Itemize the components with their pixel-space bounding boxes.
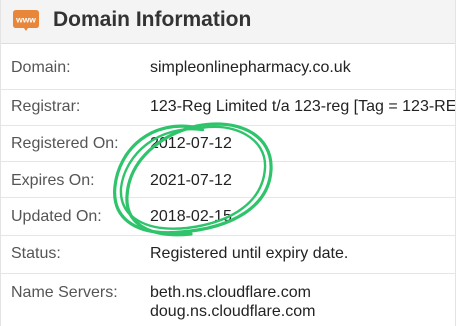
status-label: Status: [11, 245, 61, 262]
row-updated-on: Updated On: 2018-02-15 [1, 198, 455, 236]
name-servers-label: Name Servers: [11, 284, 118, 301]
panel-header: www Domain Information [1, 0, 455, 44]
expires-on-label: Expires On: [11, 172, 95, 189]
domain-info-panel: www Domain Information Domain: simpleonl… [0, 0, 456, 326]
registered-on-label: Registered On: [11, 135, 119, 152]
www-icon: www [13, 10, 39, 31]
row-name-servers: Name Servers: beth.ns.cloudflare.com dou… [1, 274, 455, 326]
status-value: Registered until expiry date. [150, 245, 349, 262]
row-status: Status: Registered until expiry date. [1, 236, 455, 274]
registered-on-value: 2012-07-12 [150, 135, 232, 152]
expires-on-value: 2021-07-12 [150, 172, 232, 189]
domain-value: simpleonlinepharmacy.co.uk [150, 59, 351, 76]
updated-on-label: Updated On: [11, 208, 102, 225]
row-domain: Domain: simpleonlinepharmacy.co.uk [1, 44, 455, 90]
page-title: Domain Information [53, 8, 252, 31]
name-server-1: beth.ns.cloudflare.com [150, 284, 311, 301]
registrar-value: 123-Reg Limited t/a 123-reg [Tag = 123-R… [150, 98, 456, 115]
registrar-label: Registrar: [11, 98, 81, 115]
updated-on-value: 2018-02-15 [150, 208, 232, 225]
www-icon-text: www [15, 15, 36, 25]
row-expires-on: Expires On: 2021-07-12 [1, 162, 455, 198]
row-registrar: Registrar: 123-Reg Limited t/a 123-reg [… [1, 90, 455, 126]
domain-label: Domain: [11, 59, 71, 76]
name-server-2: doug.ns.cloudflare.com [150, 303, 316, 320]
row-registered-on: Registered On: 2012-07-12 [1, 126, 455, 162]
